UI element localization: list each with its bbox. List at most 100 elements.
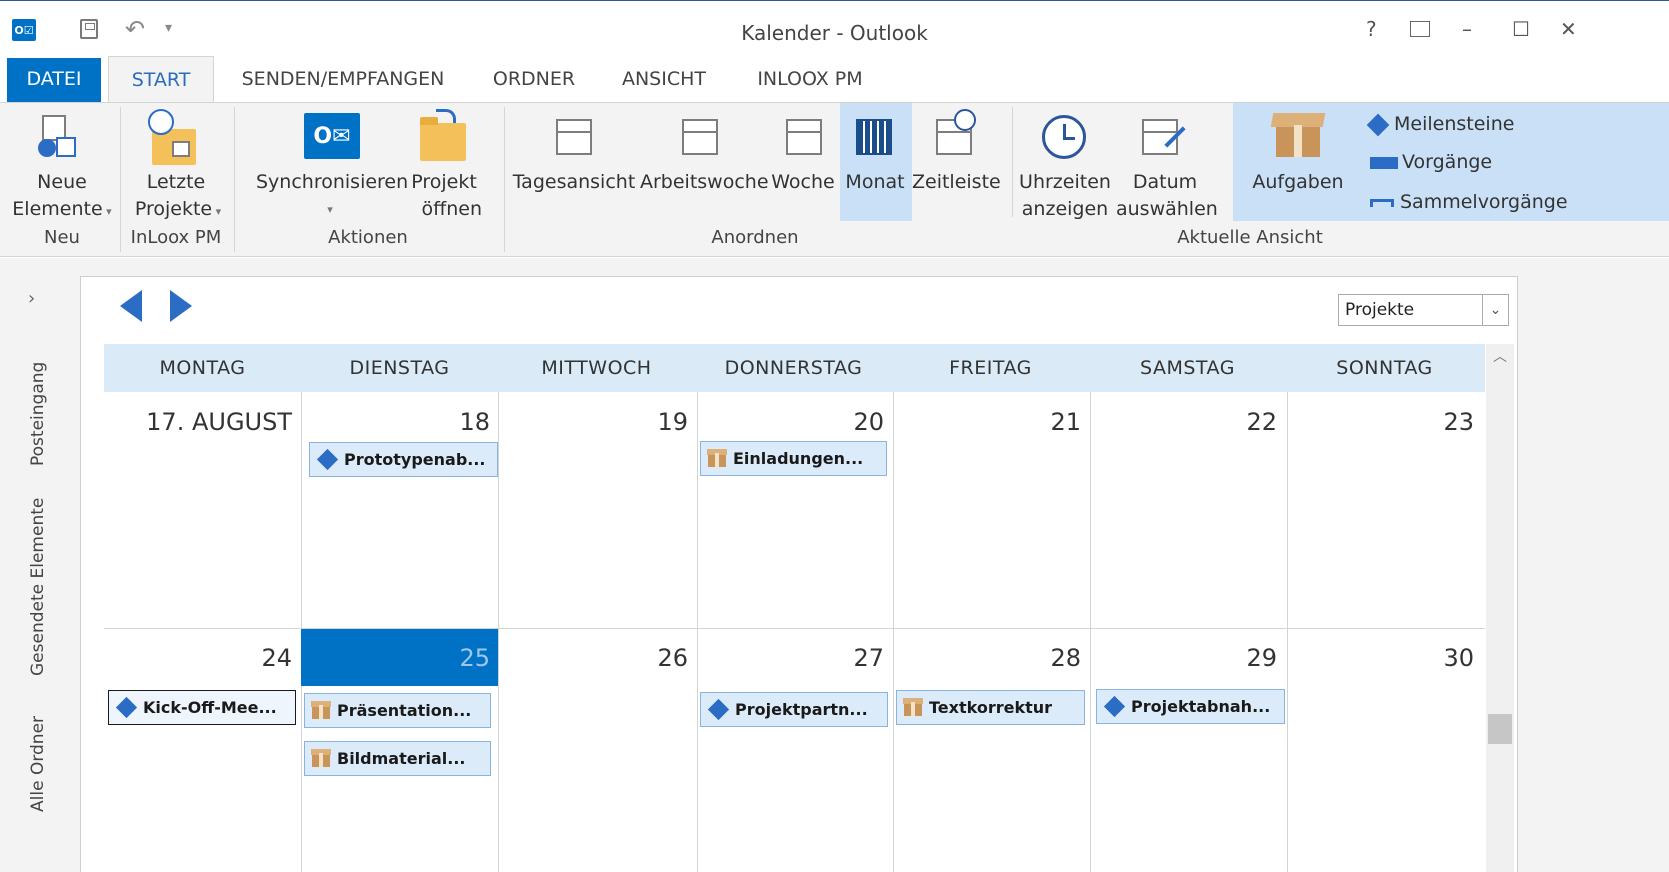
rail-item-posteingang[interactable]: Posteingang	[28, 362, 48, 466]
appointment-milestone[interactable]: Kick-Off-Mee...	[108, 690, 296, 725]
week-view-label: Woche	[771, 171, 835, 193]
day-number[interactable]: 23	[1294, 408, 1474, 436]
day-number[interactable]: 26	[508, 644, 688, 672]
new-items-icon	[38, 115, 78, 159]
open-project-label-2: öffnen	[421, 198, 483, 220]
group-label-aktuelle-ansicht: Aktuelle Ansicht	[1177, 227, 1323, 248]
date-picker-icon	[1142, 119, 1186, 155]
new-items-label-2: Elemente ▾	[12, 198, 112, 220]
chevron-down-icon[interactable]: ⌄	[1482, 295, 1508, 325]
day-number[interactable]: 24	[112, 644, 292, 672]
milestones-toggle[interactable]: Meilensteine	[1366, 111, 1514, 138]
package-icon	[311, 749, 331, 767]
grid-line	[1090, 392, 1091, 872]
day-number[interactable]: 28	[901, 644, 1081, 672]
tab-start[interactable]: START	[108, 56, 214, 104]
appointment-task[interactable]: Einladungen...	[700, 441, 887, 476]
package-icon	[707, 449, 727, 467]
maximize-button[interactable]: ☐	[1512, 17, 1530, 41]
close-button[interactable]: ✕	[1560, 17, 1577, 41]
scroll-up-icon[interactable]: ︿	[1486, 346, 1514, 366]
summary-bracket-icon	[1370, 198, 1394, 207]
next-month-icon[interactable]	[170, 290, 192, 322]
milestone-diamond-icon	[316, 448, 339, 471]
group-label-inloox: InLoox PM	[130, 227, 222, 248]
appointment-milestone[interactable]: Projektpartn...	[700, 692, 888, 727]
day-view-label: Tagesansicht	[512, 171, 636, 193]
previous-month-icon[interactable]	[120, 290, 142, 322]
folder-clock-icon	[148, 109, 196, 165]
milestone-diamond-icon	[1103, 695, 1126, 718]
tab-inloox-pm[interactable]: INLOOX PM	[744, 56, 876, 103]
tab-ansicht[interactable]: ANSICHT	[610, 56, 718, 103]
grid-line	[697, 392, 698, 872]
rail-item-gesendete-elemente[interactable]: Gesendete Elemente	[28, 498, 48, 676]
tasks-bars-toggle[interactable]: Vorgänge	[1370, 149, 1492, 176]
tab-datei[interactable]: DATEI	[7, 58, 101, 102]
day-number[interactable]: 29	[1097, 644, 1277, 672]
dropdown-arrow-icon: ▾	[102, 205, 112, 218]
minimize-button[interactable]: –	[1462, 17, 1472, 41]
appointment-task[interactable]: Präsentation...	[304, 693, 491, 728]
grid-line	[893, 392, 894, 872]
day-number[interactable]: 20	[704, 408, 884, 436]
expand-folder-pane-icon[interactable]: ›	[28, 288, 35, 309]
milestone-diamond-icon	[707, 698, 730, 721]
timeline-icon	[936, 109, 976, 155]
day-number[interactable]: 17. AUGUST	[112, 408, 292, 436]
weekday-label: FREITAG	[949, 357, 1032, 379]
tab-ordner[interactable]: ORDNER	[482, 56, 586, 103]
show-times-label: Uhrzeiten	[1019, 171, 1111, 193]
tab-senden-empfangen[interactable]: SENDEN/EMPFANGEN	[228, 56, 458, 103]
weekday-label: MONTAG	[159, 357, 246, 379]
week-view-icon	[786, 119, 822, 155]
today-day-number[interactable]: 25	[310, 644, 490, 672]
weekday-label: SAMSTAG	[1140, 357, 1235, 379]
appointment-task[interactable]: Textkorrektur	[896, 690, 1085, 725]
appointment-milestone[interactable]: Projektabnah...	[1096, 689, 1285, 724]
project-filter-select[interactable]: Projekte ⌄	[1338, 294, 1509, 326]
dropdown-arrow-icon: ▾	[212, 205, 222, 218]
scroll-thumb[interactable]	[1488, 714, 1512, 744]
grid-line	[1287, 392, 1288, 872]
day-number[interactable]: 27	[704, 644, 884, 672]
package-icon	[311, 701, 331, 719]
help-button[interactable]: ?	[1366, 17, 1377, 41]
day-number[interactable]: 30	[1294, 644, 1474, 672]
grid-line	[498, 392, 499, 872]
open-project-label: Projekt	[411, 171, 477, 193]
ribbon-tabs: DATEI START SENDEN/EMPFANGEN ORDNER ANSI…	[0, 56, 1669, 104]
day-number[interactable]: 21	[901, 408, 1081, 436]
group-separator	[504, 107, 505, 252]
recent-projects-label: Letzte	[146, 171, 206, 193]
package-icon	[1270, 111, 1326, 159]
calendar-scrollbar[interactable]: ︿	[1486, 344, 1514, 872]
rail-item-alle-ordner[interactable]: Alle Ordner	[28, 716, 48, 812]
day-number[interactable]: 19	[508, 408, 688, 436]
group-label-neu: Neu	[44, 227, 80, 248]
dropdown-arrow-icon: ▾	[327, 203, 333, 216]
appointment-task[interactable]: Bildmaterial...	[304, 741, 491, 776]
title-bar: O☑ ↶ ▾ Kalender - Outlook ? – ☐ ✕	[0, 0, 1669, 56]
day-number[interactable]: 22	[1097, 408, 1277, 436]
recent-projects-label-2: Projekte ▾	[134, 198, 222, 220]
show-times-label-2: anzeigen	[1021, 198, 1109, 220]
package-icon	[903, 698, 923, 716]
weekday-label: DIENSTAG	[349, 357, 450, 379]
folder-rail: › Posteingang Gesendete Elemente Alle Or…	[0, 258, 76, 872]
weekday-label: DONNERSTAG	[724, 357, 863, 379]
clock-icon	[1042, 115, 1086, 159]
appointment-milestone[interactable]: Prototypenab...	[309, 442, 498, 477]
weekday-header: MONTAG DIENSTAG MITTWOCH DONNERSTAG FREI…	[104, 344, 1485, 392]
ribbon-display-icon[interactable]	[1410, 21, 1430, 37]
group-label-aktionen: Aktionen	[328, 227, 408, 248]
summary-tasks-toggle[interactable]: Sammelvorgänge	[1370, 189, 1568, 216]
synchronize-label: Synchronisieren	[256, 171, 409, 193]
month-view-label: Monat	[845, 171, 905, 193]
choose-date-label-2: auswählen	[1116, 198, 1218, 220]
group-separator	[120, 107, 121, 252]
open-folder-icon	[420, 109, 466, 161]
group-separator	[1012, 107, 1013, 217]
day-number[interactable]: 18	[310, 408, 490, 436]
milestone-diamond-icon	[1366, 113, 1390, 136]
